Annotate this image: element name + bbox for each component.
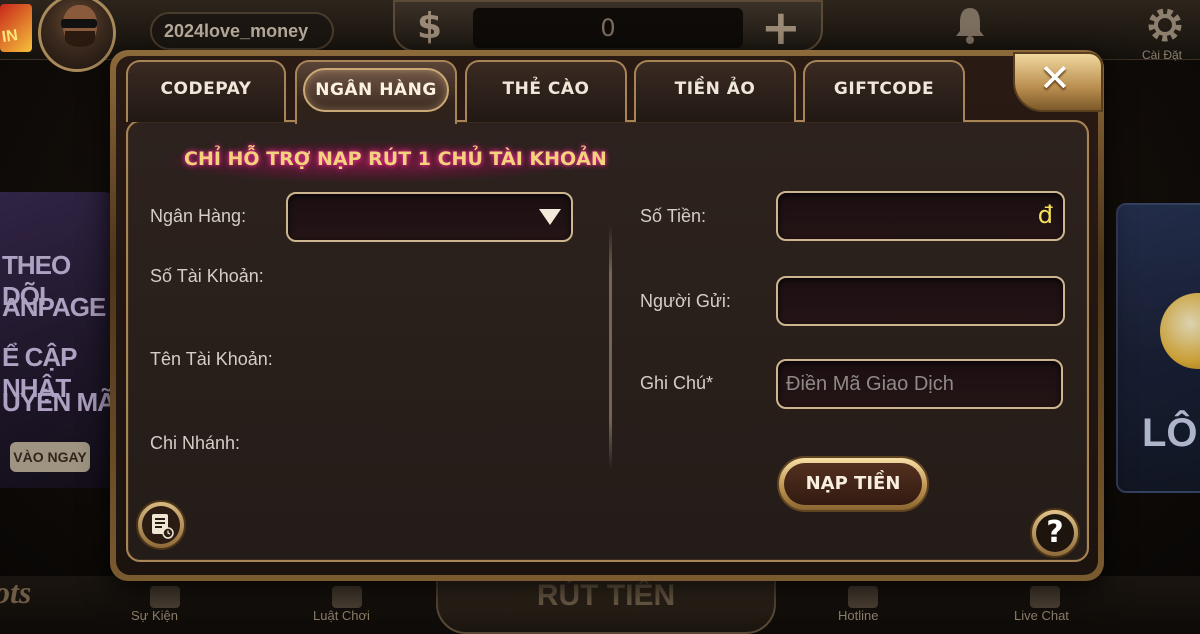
nav-rules[interactable]: Luật Chơi — [313, 608, 370, 623]
history-icon-bg — [142, 506, 180, 544]
note-placeholder: Điền Mã Giao Dịch — [786, 373, 954, 395]
balance-box: $ 0 + — [393, 0, 823, 56]
add-balance-button[interactable]: + — [761, 0, 801, 56]
nav-live-chat[interactable]: Live Chat — [1014, 608, 1069, 623]
avatar-sunglasses — [61, 19, 97, 28]
bank-select[interactable] — [286, 192, 573, 242]
balance-value: 0 — [473, 8, 743, 48]
chat-icon[interactable] — [1030, 586, 1060, 608]
event-icon[interactable] — [150, 586, 180, 608]
modal-content-panel — [126, 120, 1089, 562]
phone-icon[interactable] — [848, 586, 878, 608]
fanpage-banner[interactable]: THEO DÕI ANPAGE Ể CẬP NHẬT UYỂN MÃ VÀO N… — [0, 192, 115, 488]
dollar-icon: $ — [417, 6, 443, 47]
avatar-beard — [65, 31, 95, 47]
column-divider — [609, 225, 612, 470]
lottery-banner[interactable]: LÔ — [1116, 203, 1200, 493]
sender-label: Người Gửi: — [640, 291, 731, 311]
tab-giftcode[interactable]: GIFTCODE — [803, 60, 965, 122]
close-icon: ✕ — [1039, 56, 1071, 100]
nav-hotline[interactable]: Hotline — [838, 608, 878, 623]
banner-join-button[interactable]: VÀO NGAY — [10, 442, 90, 472]
help-button[interactable]: ? — [1030, 508, 1080, 558]
lottery-banner-text: LÔ — [1142, 411, 1198, 455]
banner-line: UYỂN MÃ — [2, 387, 115, 417]
settings-label: Cài Đặt — [1142, 48, 1183, 62]
history-button[interactable] — [136, 500, 186, 550]
bank-label: Ngân Hàng: — [150, 206, 247, 226]
branch-label: Chi Nhánh: — [150, 433, 241, 453]
chevron-down-icon — [539, 209, 561, 225]
username-label: 2024love_money — [150, 12, 334, 50]
sender-input[interactable] — [776, 276, 1065, 326]
banner-line: ANPAGE — [2, 292, 106, 322]
rules-icon[interactable] — [332, 586, 362, 608]
help-icon: ? — [1036, 514, 1074, 552]
game-screen: IN 2024love_money $ 0 + Cài Đặt THEO DÕI… — [0, 0, 1200, 634]
close-button[interactable]: ✕ — [1013, 52, 1103, 112]
amount-label: Số Tiền: — [640, 206, 707, 226]
withdraw-button[interactable]: RÚT TIỀN — [436, 572, 776, 634]
history-icon — [152, 514, 174, 539]
deposit-button-label: NẠP TIỀN — [784, 463, 922, 505]
account-number-label: Số Tài Khoản: — [150, 266, 264, 286]
tab-crypto[interactable]: TIỀN ẢO — [634, 60, 796, 122]
note-label: Ghi Chú* — [640, 373, 714, 393]
deposit-button[interactable]: NẠP TIỀN — [777, 456, 929, 512]
lottery-ball-icon — [1160, 293, 1200, 369]
game-logo: IN — [0, 4, 32, 52]
tab-card[interactable]: THẺ CÀO — [465, 60, 627, 122]
nav-event[interactable]: Sự Kiện — [131, 608, 178, 623]
bell-icon[interactable] — [952, 5, 988, 45]
bottom-left-text: ots — [0, 574, 32, 610]
avatar[interactable] — [38, 0, 116, 72]
currency-icon: đ — [1037, 201, 1053, 229]
tab-codepay[interactable]: CODEPAY — [126, 60, 286, 122]
tab-bank[interactable]: NGÂN HÀNG — [295, 60, 457, 124]
note-input[interactable]: Điền Mã Giao Dịch — [776, 359, 1063, 409]
gear-icon[interactable] — [1146, 6, 1184, 44]
notice-banner: CHỈ HỖ TRỢ NẠP RÚT 1 CHỦ TÀI KHOẢN — [184, 148, 607, 170]
amount-input[interactable]: đ — [776, 191, 1065, 241]
account-name-label: Tên Tài Khoản: — [150, 349, 273, 369]
